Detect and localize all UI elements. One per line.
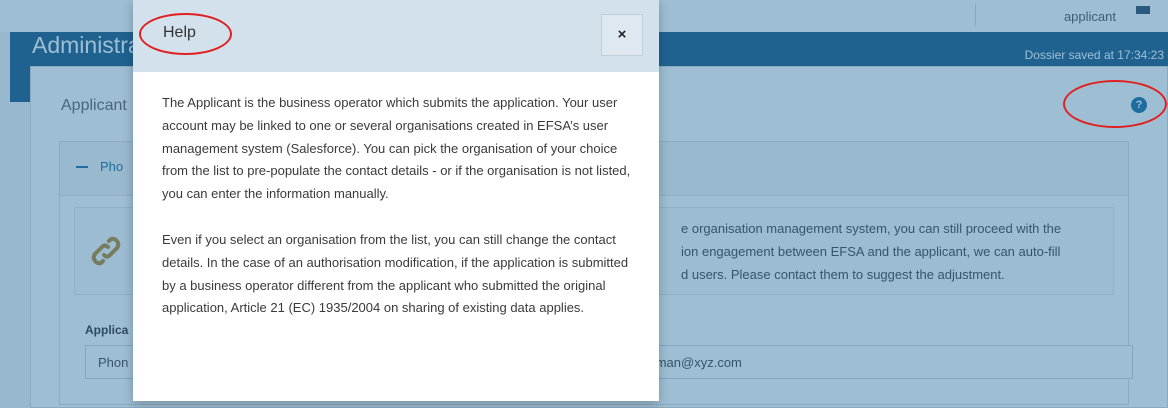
help-paragraph: Even if you select an organisation from … [162,231,629,316]
annotation-oval-title [139,13,232,55]
annotation-oval-help-icon [1063,80,1167,128]
dialog-body: The Applicant is the business operator w… [162,92,632,320]
help-paragraph: The Applicant is the business operator w… [162,95,631,202]
help-dialog: Help × The Applicant is the business ope… [133,0,659,401]
close-button[interactable]: × [601,14,643,56]
